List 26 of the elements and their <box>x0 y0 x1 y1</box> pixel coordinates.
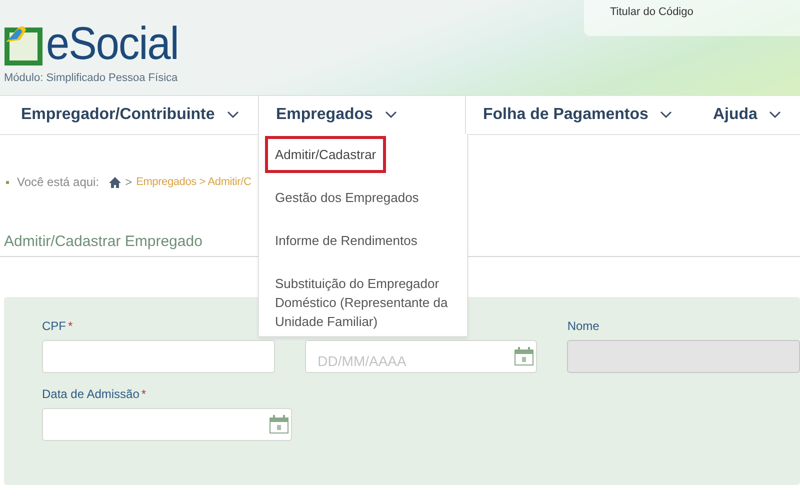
menu-item[interactable]: Admitir/Cadastrar <box>265 136 386 173</box>
calendar-icon[interactable] <box>269 414 289 434</box>
field-label: Data de Admissão * <box>42 387 148 401</box>
date-field[interactable] <box>42 408 292 441</box>
calendar-icon[interactable] <box>514 346 534 366</box>
menu-item[interactable]: Gestão dos Empregados <box>265 179 459 216</box>
nav-menu[interactable]: Folha de Pagamentos <box>466 96 692 134</box>
chevron-down-icon <box>769 111 782 119</box>
breadcrumb-separator: > <box>125 175 132 189</box>
logo-text: eSocial <box>46 20 178 66</box>
chevron-down-icon <box>384 111 397 119</box>
nav-menu[interactable]: Empregador/Contribuinte <box>0 96 258 134</box>
chevron-down-icon <box>226 111 239 119</box>
home-icon[interactable] <box>109 176 122 188</box>
chevron-down-icon <box>660 111 672 119</box>
user-panel: Titular do Código <box>584 0 800 36</box>
input-field[interactable] <box>42 340 275 373</box>
field-label: CPF * <box>42 319 74 333</box>
nav-menu[interactable]: Empregados <box>258 96 466 134</box>
module-label: Módulo: Simplificado Pessoa Física <box>4 72 179 84</box>
nav-menu[interactable]: Ajuda <box>692 96 782 134</box>
field-label: Nome <box>567 319 600 333</box>
menu-item[interactable]: Substituição do Empregador Doméstico (Representante da Unidade Familiar) <box>265 265 459 336</box>
date-field[interactable]: DD/MM/AAAA <box>304 340 538 373</box>
menu-item[interactable]: Informe de Rendimentos <box>265 222 459 259</box>
breadcrumb-label: Você está aqui: <box>17 175 100 189</box>
